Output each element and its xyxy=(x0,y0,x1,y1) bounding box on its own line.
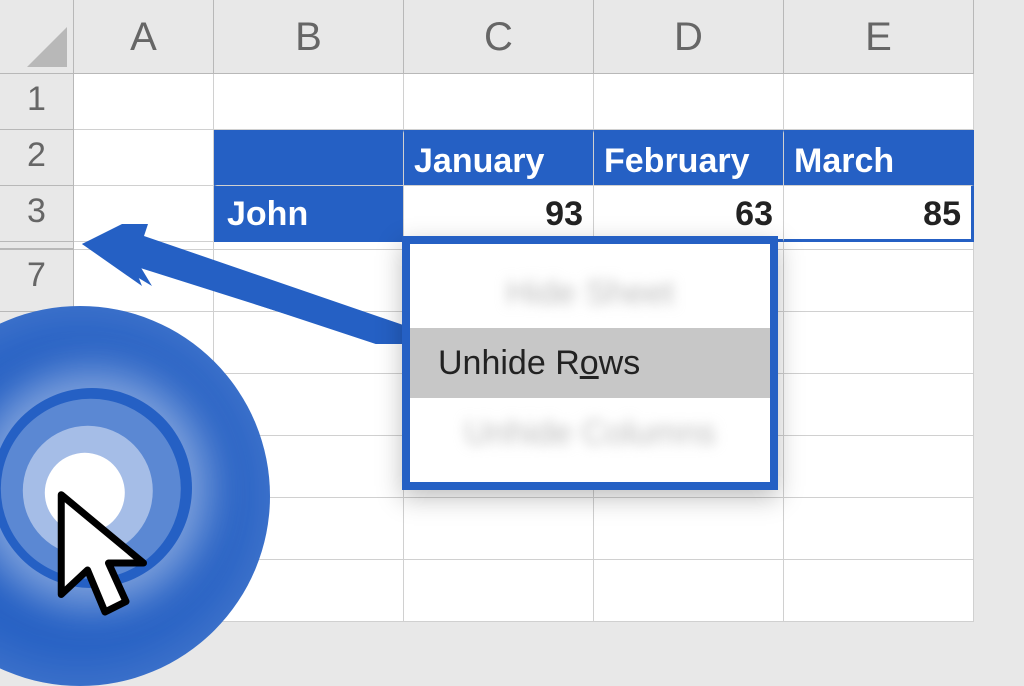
pointer-cursor-icon xyxy=(50,486,160,626)
cell-d2-header-feb[interactable]: February xyxy=(594,130,784,186)
hidden-rows-divider[interactable] xyxy=(0,242,74,250)
context-menu: Hide Sheet Unhide Rows Unhide Columns xyxy=(402,236,778,490)
cell-ex[interactable] xyxy=(784,374,974,436)
cell-c2-header-jan[interactable]: January xyxy=(404,130,594,186)
cell-e2-header-mar[interactable]: March xyxy=(784,130,974,186)
cell-e7[interactable] xyxy=(784,250,974,312)
cell-cx3[interactable] xyxy=(404,498,594,560)
select-all-corner[interactable] xyxy=(0,0,74,74)
row-header-7[interactable]: 7 xyxy=(0,250,74,312)
cell-b2-header-blank[interactable] xyxy=(214,130,404,186)
cell-a2[interactable] xyxy=(74,130,214,186)
cell-ex3[interactable] xyxy=(784,498,974,560)
row-1 xyxy=(74,74,974,130)
cell-e1[interactable] xyxy=(784,74,974,130)
gap-b xyxy=(214,242,404,250)
cell-d1[interactable] xyxy=(594,74,784,130)
menu-item-unhide-rows[interactable]: Unhide Rows xyxy=(410,328,770,398)
cell-a7[interactable] xyxy=(74,250,214,312)
cell-a3[interactable] xyxy=(74,186,214,242)
column-headers: A B C D E xyxy=(74,0,974,74)
cell-a1[interactable] xyxy=(74,74,214,130)
col-header-e[interactable]: E xyxy=(784,0,974,74)
cell-e8[interactable] xyxy=(784,312,974,374)
row-3: John 93 63 85 xyxy=(74,186,974,242)
col-header-d[interactable]: D xyxy=(594,0,784,74)
cell-c3-jan[interactable]: 93 xyxy=(404,186,594,242)
cell-b3-name[interactable]: John xyxy=(214,186,404,242)
menu-item-unhide-rows-prefix: Unhide R xyxy=(438,344,580,382)
cell-ex2[interactable] xyxy=(784,436,974,498)
gap-a xyxy=(74,242,214,250)
cell-c1[interactable] xyxy=(404,74,594,130)
row-2: January February March xyxy=(74,130,974,186)
cell-dx3[interactable] xyxy=(594,498,784,560)
cell-ex4[interactable] xyxy=(784,560,974,622)
cell-dx4[interactable] xyxy=(594,560,784,622)
cell-e3-mar[interactable]: 85 xyxy=(784,186,974,242)
menu-item-unhide-rows-accel: o xyxy=(580,344,599,382)
row-header-1[interactable]: 1 xyxy=(0,74,74,130)
row-header-3[interactable]: 3 xyxy=(0,186,74,242)
menu-item-unhide-columns[interactable]: Unhide Columns xyxy=(410,398,770,468)
row-header-2[interactable]: 2 xyxy=(0,130,74,186)
cell-b7[interactable] xyxy=(214,250,404,312)
cell-d3-feb[interactable]: 63 xyxy=(594,186,784,242)
col-header-a[interactable]: A xyxy=(74,0,214,74)
menu-item-unhide-rows-suffix: ws xyxy=(599,344,641,382)
cell-b1[interactable] xyxy=(214,74,404,130)
cell-cx4[interactable] xyxy=(404,560,594,622)
col-header-b[interactable]: B xyxy=(214,0,404,74)
cell-b8[interactable] xyxy=(214,312,404,374)
col-header-c[interactable]: C xyxy=(404,0,594,74)
menu-item-hide-sheet[interactable]: Hide Sheet xyxy=(410,258,770,328)
gap-e xyxy=(784,242,974,250)
